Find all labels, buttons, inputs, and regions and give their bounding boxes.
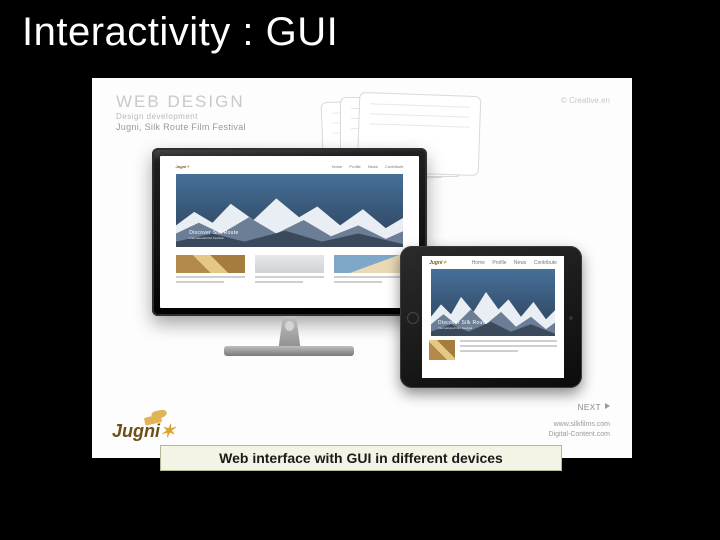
hero-text: Discover Silk Route International Film F… [189, 230, 238, 240]
content-columns [160, 247, 419, 291]
mockup-subheading: Jugni, Silk Route Film Festival [116, 122, 246, 132]
card [255, 255, 325, 283]
home-button-icon [407, 312, 419, 324]
monitor-bezel: Jugni✶ Home Profile News Contribute [152, 148, 427, 316]
website-tablet: Jugni✶ Home Profile News Contribute [422, 256, 564, 378]
slide-title: Interactivity : GUI [22, 10, 338, 55]
nav-item: Home [472, 260, 485, 266]
tablet-content [422, 336, 564, 365]
nav-item: News [368, 164, 378, 169]
site-header: Jugni✶ Home Profile News Contribute [422, 256, 564, 269]
card [334, 255, 404, 283]
tablet-screen: Jugni✶ Home Profile News Contribute [422, 256, 564, 378]
tablet-device: Jugni✶ Home Profile News Contribute [400, 246, 582, 388]
nav-item: Contribute [534, 260, 557, 266]
mockup-heading: WEB DESIGN [116, 92, 245, 112]
mockup-image: WEB DESIGN Design development Jugni, Sil… [92, 78, 632, 458]
footer-credits: www.silkfilms.com Digital-Content.com [549, 420, 610, 440]
site-nav: Home Profile News Contribute [326, 164, 404, 169]
brand-logo: Jugni✶ [112, 421, 175, 442]
caption-text: Web interface with GUI in different devi… [219, 450, 503, 466]
mockup-attribution: © Creative.en [561, 96, 610, 105]
mockup-subheading-small: Design development [116, 112, 198, 121]
site-logo: Jugni✶ [176, 164, 190, 169]
thumb [429, 340, 455, 360]
site-nav: Home Profile News Contribute [466, 260, 557, 266]
hero-text: Discover Silk Route International Film F… [438, 320, 487, 330]
site-header: Jugni✶ Home Profile News Contribute [160, 156, 419, 174]
nav-item: News [514, 260, 527, 266]
caption-box: Web interface with GUI in different devi… [160, 445, 562, 471]
nav-item: Profile [349, 164, 360, 169]
desktop-monitor: Jugni✶ Home Profile News Contribute [152, 148, 427, 368]
slide: Interactivity : GUI WEB DESIGN Design de… [0, 0, 720, 540]
monitor-foot [224, 346, 354, 356]
site-logo: Jugni✶ [429, 260, 447, 266]
hero-image: Discover Silk Route International Film F… [431, 269, 556, 336]
next-label: NEXT [578, 403, 610, 412]
triangle-right-icon [605, 403, 610, 409]
apple-logo-icon [285, 321, 294, 331]
website-desktop: Jugni✶ Home Profile News Contribute [160, 156, 419, 308]
card [176, 255, 246, 283]
hero-image: Discover Silk Route International Film F… [176, 174, 404, 247]
monitor-screen: Jugni✶ Home Profile News Contribute [160, 156, 419, 308]
nav-item: Profile [492, 260, 506, 266]
nav-item: Contribute [385, 164, 403, 169]
camera-icon [569, 316, 573, 320]
text-lines [460, 340, 557, 360]
nav-item: Home [332, 164, 343, 169]
